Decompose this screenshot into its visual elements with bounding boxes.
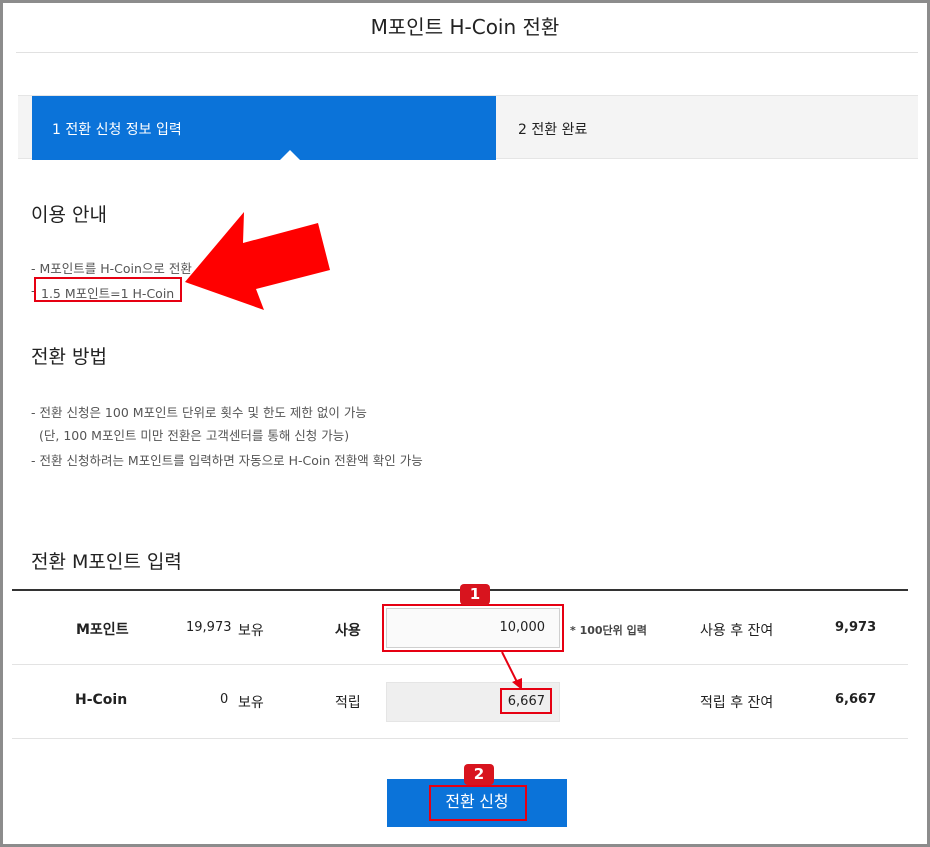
mpoint-use-label: 사용 xyxy=(335,623,361,639)
annotation-badge-2: 2 xyxy=(464,764,494,785)
guide-line-1: - M포인트를 H-Coin으로 전환 xyxy=(31,261,192,276)
step-1-label: 1 전환 신청 정보 입력 xyxy=(52,122,182,138)
hcoin-earn-label: 적립 xyxy=(335,695,361,711)
mpoint-after-label: 사용 후 잔여 xyxy=(700,623,774,639)
highlight-rate-box xyxy=(34,277,182,302)
mpoint-unit-note: * 100단위 입력 xyxy=(570,624,647,637)
hcoin-balance: 0 xyxy=(220,692,229,707)
method-line-3: - 전환 신청하려는 M포인트를 입력하면 자동으로 H-Coin 전환액 확인… xyxy=(31,453,423,468)
mpoint-balance: 19,973 xyxy=(186,620,232,635)
mpoint-after-value: 9,973 xyxy=(835,620,877,635)
highlight-submit-box xyxy=(429,785,527,821)
step-2-label: 2 전환 완료 xyxy=(518,122,588,138)
method-line-2: (단, 100 M포인트 미만 전환은 고객센터를 통해 신청 가능) xyxy=(39,428,350,443)
method-heading: 전환 방법 xyxy=(31,346,107,368)
step-pointer xyxy=(280,150,300,160)
title-divider xyxy=(16,52,918,53)
annotation-arrow-icon xyxy=(501,651,522,690)
pointer-arrow-icon xyxy=(185,212,330,310)
hcoin-after-value: 6,667 xyxy=(835,692,877,707)
hcoin-balance-suffix: 보유 xyxy=(238,695,264,711)
step-indicator: 1 전환 신청 정보 입력 2 전환 완료 xyxy=(18,95,918,160)
input-section-heading: 전환 M포인트 입력 xyxy=(31,551,182,573)
table-bottom-rule xyxy=(12,738,908,739)
method-line-1: - 전환 신청은 100 M포인트 단위로 횟수 및 한도 제한 없이 가능 xyxy=(31,405,367,420)
hcoin-after-label: 적립 후 잔여 xyxy=(700,695,774,711)
row-divider xyxy=(12,664,908,665)
highlight-input-box xyxy=(382,604,564,652)
guide-heading: 이용 안내 xyxy=(31,204,107,226)
step-1-active: 1 전환 신청 정보 입력 xyxy=(32,96,496,160)
mpoint-balance-suffix: 보유 xyxy=(238,623,264,639)
annotation-badge-1: 1 xyxy=(460,584,490,605)
page-title: M포인트 H-Coin 전환 xyxy=(370,15,560,39)
mpoint-name: M포인트 xyxy=(76,622,129,638)
hcoin-name: H-Coin xyxy=(75,692,128,708)
